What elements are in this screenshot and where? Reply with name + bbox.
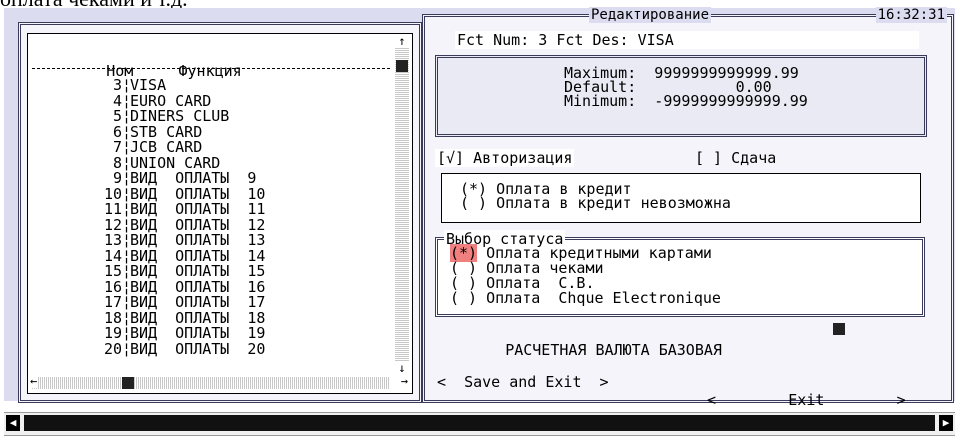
- edit-panel: Редактирование 16:32:31 Fct Num: 3 Fct D…: [422, 7, 954, 409]
- vertical-scroll-thumb[interactable]: [396, 60, 408, 72]
- save-and-exit-button[interactable]: < Save and Exit >: [437, 373, 609, 391]
- scroll-left-icon[interactable]: ←: [30, 374, 38, 388]
- credit-disallowed-radio[interactable]: ( ) Оплата в кредит невозможна: [460, 196, 731, 211]
- scroll-right-arrow-icon[interactable]: ▶: [939, 415, 953, 431]
- function-list-box: Ном Функция 3 ¦ VISA 4 ¦ EURO CARD 5 ¦ DINERS CL…: [27, 33, 413, 394]
- list-item-number: 20: [103, 339, 122, 358]
- scrollbar-track[interactable]: [24, 415, 935, 431]
- scroll-left-arrow-icon[interactable]: ◀: [6, 415, 20, 431]
- minimum-field[interactable]: Minimum: -9999999999999.99: [564, 94, 808, 109]
- header-divider: [32, 68, 390, 69]
- scroll-down-icon[interactable]: ↓: [395, 361, 409, 375]
- scroll-up-icon[interactable]: ↑: [395, 34, 409, 48]
- terminal-screen: Ном Функция 3 ¦ VISA 4 ¦ EURO CARD 5 ¦ DINERS CL…: [4, 7, 955, 409]
- function-list-panel: Ном Функция 3 ¦ VISA 4 ¦ EURO CARD 5 ¦ DINERS CL…: [18, 22, 422, 403]
- list-item-name: ВИД ОПЛАТЫ 20: [130, 339, 266, 358]
- edit-panel-title: Редактирование: [589, 7, 712, 23]
- exit-button[interactable]: < Exit >: [707, 391, 906, 409]
- bottom-scrollbar[interactable]: ◀ ▶: [4, 412, 955, 436]
- horizontal-scrollbar[interactable]: ← →: [30, 374, 408, 389]
- change-checkbox[interactable]: [ ] Сдача: [695, 149, 776, 167]
- authorization-checkbox[interactable]: [√] Авторизация: [435, 149, 575, 167]
- clock: 16:32:31: [875, 7, 947, 23]
- status-option-cheque-electronique[interactable]: ( ) Оплата Chque Electronique: [450, 291, 721, 306]
- function-description-field[interactable]: Fct Num: 3 Fct Des: VISA: [455, 31, 919, 49]
- horizontal-scroll-thumb[interactable]: [122, 377, 134, 389]
- dropdown-icon[interactable]: [833, 323, 845, 335]
- function-list: 3 ¦ VISA 4 ¦ EURO CARD 5 ¦ DINERS CLUB 6 ¦ STB CARD…: [68, 77, 266, 358]
- list-item-separator: ¦: [122, 339, 132, 358]
- scroll-right-icon[interactable]: →: [400, 374, 408, 388]
- credit-options-box: (*) Оплата в кредит ( ) Оплата в кредит …: [441, 173, 921, 223]
- range-box: Maximum: 9999999999999.99 Default: 0.00 …: [435, 55, 927, 137]
- vertical-scrollbar[interactable]: ↑ ↓: [395, 34, 409, 375]
- status-selection-box: Выбор статуса (*) Оплата кредитными карт…: [435, 230, 925, 317]
- list-item[interactable]: 20 ¦ ВИД ОПЛАТЫ 20: [68, 339, 266, 358]
